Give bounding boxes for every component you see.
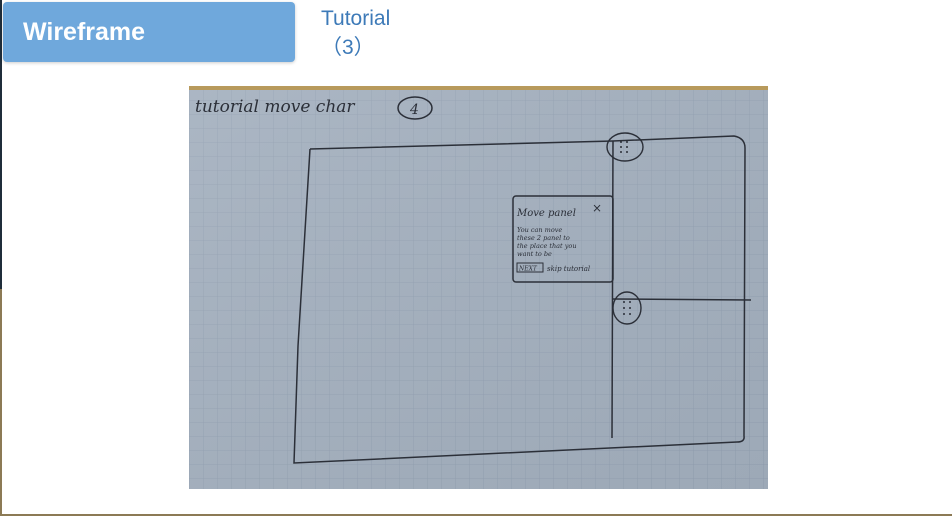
paper-top-edge [189, 86, 768, 90]
window-left-edge [0, 0, 2, 516]
tab-wireframe[interactable]: Wireframe [3, 2, 295, 62]
tab-wireframe-label: Wireframe [23, 17, 146, 46]
sketch-heading: tutorial move char [195, 97, 355, 117]
move-panel-title: Move panel [516, 208, 576, 219]
move-panel-line-2: these 2 panel to [517, 234, 570, 242]
right-panel-divider [611, 140, 614, 439]
move-panel-line-4: want to be [517, 250, 552, 258]
step-number: 4 [409, 102, 419, 118]
move-panel-close-icon: × [592, 201, 602, 215]
tab-tutorial-label: Tutorial（3） [321, 7, 391, 59]
right-panel-split [612, 298, 752, 301]
skip-tutorial-label: skip tutorial [547, 265, 590, 273]
sketch-drawing: tutorial move char 4 Move panel × You ca… [189, 86, 768, 489]
move-panel-line-3: the place that you [517, 242, 577, 250]
wireframe-sketch-image: tutorial move char 4 Move panel × You ca… [189, 86, 768, 489]
next-label: NEXT [518, 266, 538, 273]
tab-tutorial[interactable]: Tutorial（3） [321, 7, 390, 59]
move-panel-line-1: You can move [517, 226, 562, 234]
